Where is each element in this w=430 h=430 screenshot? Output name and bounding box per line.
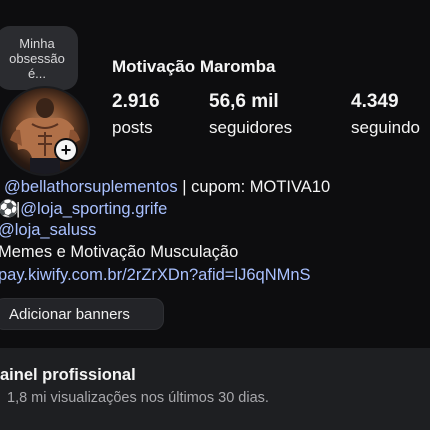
bio-line-1: @bellathorsuplementos | cupom: MOTIVA10 bbox=[4, 176, 330, 198]
bio-description: Memes e Motivação Musculação bbox=[0, 243, 239, 261]
bio-handle-saluss[interactable]: @loja_saluss bbox=[0, 221, 96, 239]
bio-line-2: ⚽|@loja_sporting.grife bbox=[0, 198, 167, 220]
stat-posts-label: posts bbox=[112, 118, 153, 137]
professional-panel-subtitle: 1,8 mi visualizações nos últimos 30 dias… bbox=[7, 390, 269, 406]
stat-followers-label: seguidores bbox=[209, 118, 293, 137]
stat-followers-value: 56,6 mil bbox=[209, 91, 279, 112]
bio-line-4: Memes e Motivação Musculação bbox=[0, 241, 238, 263]
stat-posts-value: 2.916 bbox=[112, 91, 160, 112]
stat-following-value: 4.349 bbox=[351, 91, 399, 112]
plus-icon: + bbox=[56, 140, 76, 160]
bio-external-link[interactable]: pay.kiwify.com.br/2rZrXDn?afid=lJ6qNMnS bbox=[0, 266, 311, 284]
add-story-button[interactable]: + bbox=[54, 138, 78, 162]
add-banners-label: Adicionar banners bbox=[9, 305, 130, 323]
stat-following-label: seguindo bbox=[351, 118, 421, 137]
avatar[interactable] bbox=[0, 86, 90, 176]
stat-following[interactable]: 4.349 seguindo bbox=[351, 91, 420, 139]
stat-followers[interactable]: 56,6 mil seguidores bbox=[209, 91, 292, 139]
soccer-ball-icon: ⚽ bbox=[0, 200, 19, 218]
professional-panel-title: ainel profissional bbox=[0, 366, 136, 384]
bio-line-3: @loja_saluss bbox=[0, 219, 96, 241]
bio-coupon-text: | cupom: MOTIVA10 bbox=[177, 178, 331, 196]
avatar-image bbox=[10, 98, 80, 174]
note-text: Minha obsessão é... bbox=[9, 36, 65, 81]
professional-panel[interactable] bbox=[0, 348, 430, 430]
bio-line-5: pay.kiwify.com.br/2rZrXDn?afid=lJ6qNMnS bbox=[0, 264, 311, 286]
stat-posts[interactable]: 2.916 posts bbox=[112, 91, 160, 139]
profile-name: Motivação Maromba bbox=[112, 57, 276, 76]
add-banners-button[interactable]: Adicionar banners bbox=[0, 298, 164, 330]
bio-handle-bellathor[interactable]: @bellathorsuplementos bbox=[4, 178, 178, 196]
bio-handle-sporting[interactable]: @loja_sporting.grife bbox=[20, 200, 167, 218]
note-bubble[interactable]: Minha obsessão é... bbox=[0, 26, 78, 90]
